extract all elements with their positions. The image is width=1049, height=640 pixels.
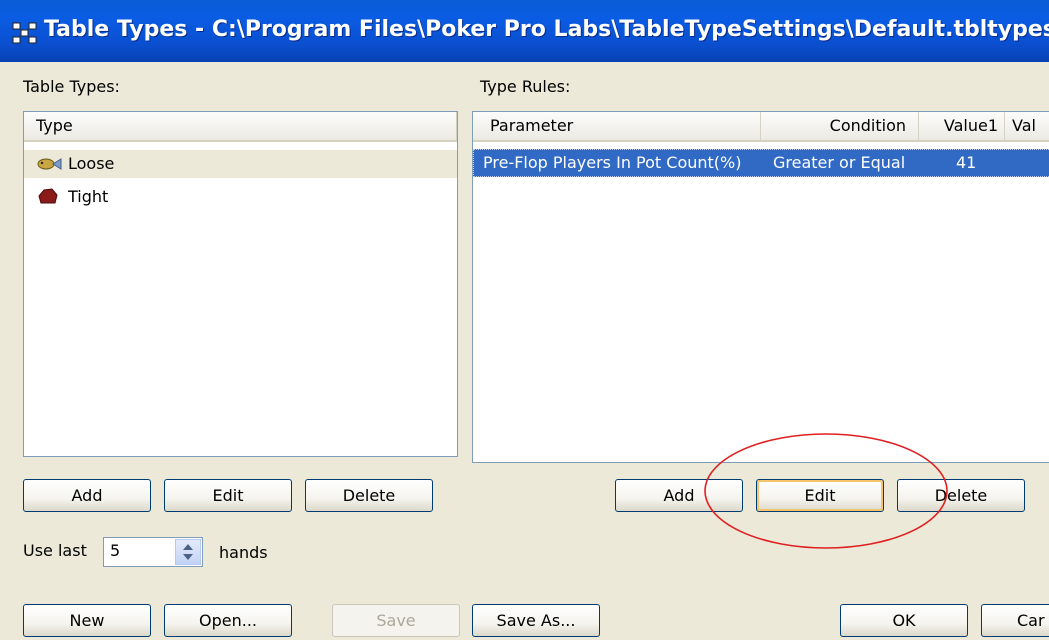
type-rules-list[interactable]: Parameter Condition Value1 Val Pre-Flop … [472, 111, 1049, 463]
list-item-label: Loose [68, 154, 115, 173]
use-last-label: Use last [23, 541, 87, 560]
rule-value1: 41 [956, 153, 977, 172]
rock-icon [38, 188, 58, 204]
save-as-button[interactable]: Save As... [472, 604, 600, 637]
column-header-type[interactable]: Type [24, 112, 457, 140]
new-button[interactable]: New [23, 604, 151, 637]
table-types-header: Type [24, 112, 457, 142]
window-title: Table Types - C:\Program Files\Poker Pro… [44, 17, 1049, 42]
hands-value[interactable]: 5 [110, 541, 120, 560]
list-item-label: Tight [68, 187, 109, 206]
type-rules-header: Parameter Condition Value1 Val [473, 112, 1049, 142]
list-item[interactable]: Loose [24, 150, 457, 178]
table-type-add-button[interactable]: Add [23, 479, 151, 512]
cancel-button[interactable]: Car [981, 604, 1049, 637]
title-bar[interactable]: Table Types - C:\Program Files\Poker Pro… [0, 0, 1049, 62]
column-header-value1[interactable]: Value1 [919, 112, 1005, 140]
annotation-circle [704, 433, 948, 549]
rule-condition: Greater or Equal [773, 153, 906, 172]
column-header-value2[interactable]: Val [1005, 112, 1049, 140]
table-types-list[interactable]: Type Loose Tight [23, 111, 458, 457]
spin-down-icon[interactable] [183, 554, 193, 560]
app-icon [12, 22, 37, 44]
rule-parameter: Pre-Flop Players In Pot Count(%) [483, 153, 742, 172]
table-row[interactable]: Pre-Flop Players In Pot Count(%) Greater… [473, 149, 1049, 177]
table-types-label: Table Types: [23, 77, 120, 96]
hands-spinner[interactable]: 5 [103, 537, 203, 567]
column-header-condition[interactable]: Condition [761, 112, 919, 140]
spin-up-icon[interactable] [183, 544, 193, 550]
save-button[interactable]: Save [332, 604, 460, 637]
fish-icon [37, 158, 62, 170]
spinner-buttons[interactable] [175, 539, 201, 565]
column-header-parameter[interactable]: Parameter [473, 112, 761, 140]
hands-label: hands [219, 543, 268, 562]
table-type-edit-button[interactable]: Edit [164, 479, 292, 512]
type-rules-label: Type Rules: [480, 77, 571, 96]
ok-button[interactable]: OK [840, 604, 968, 637]
open-button[interactable]: Open... [164, 604, 292, 637]
list-item[interactable]: Tight [24, 183, 457, 211]
table-type-delete-button[interactable]: Delete [305, 479, 433, 512]
